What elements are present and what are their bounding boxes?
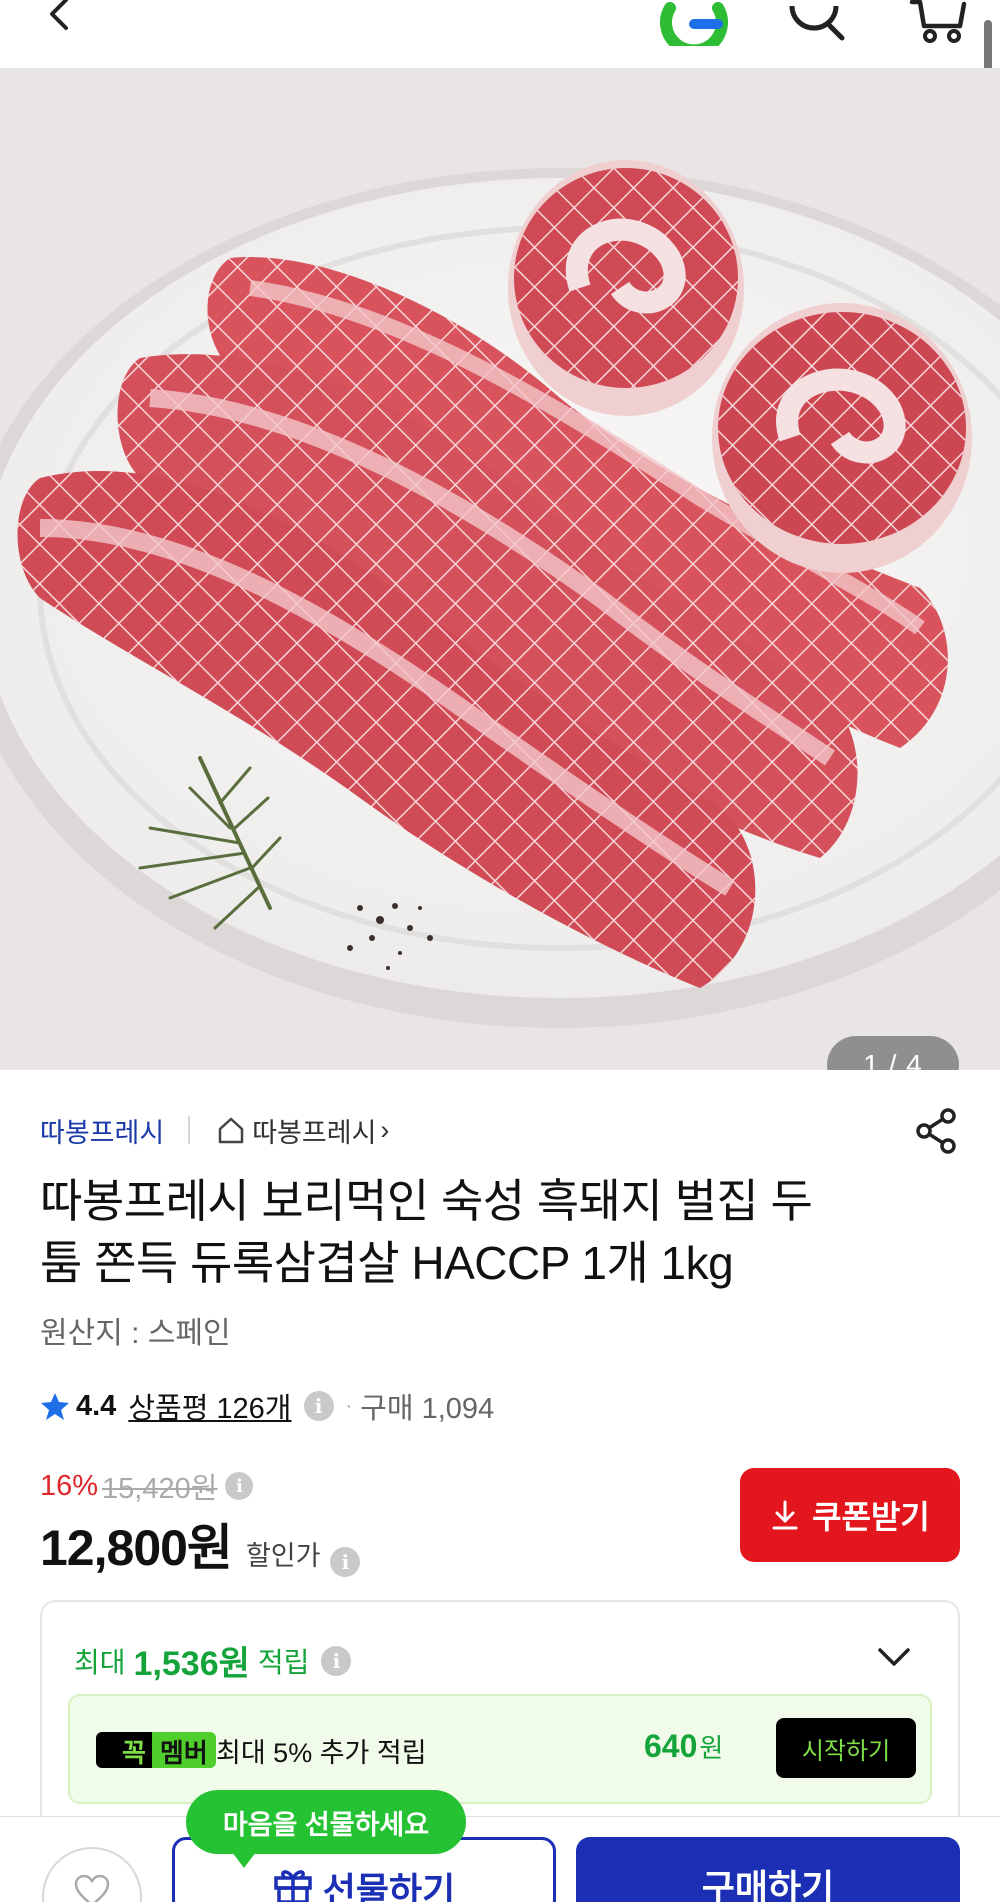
membership-text: 최대 5% 추가 적립 — [216, 1737, 427, 1768]
download-icon — [772, 1500, 798, 1530]
top-bar — [0, 0, 1000, 68]
product-image-carousel[interactable]: 1 / 4 — [0, 68, 1000, 1070]
coupon-button-label: 쿠폰받기 — [812, 1499, 930, 1535]
sale-price: 12,800원 — [40, 1520, 233, 1576]
store-row: 따봉프레시 따봉프레시 › — [40, 1108, 389, 1152]
divider — [188, 1116, 191, 1144]
product-title: 따봉프레시 보리먹인 숙성 흑돼지 벌집 두 툼 쫀득 듀록삼겹살 HACCP … — [40, 1170, 940, 1294]
gmarket-g-logo[interactable] — [658, 0, 728, 46]
purchase-count: 구매 1,094 — [360, 1393, 495, 1425]
rating-row: 4.4 상품평 126개 i · 구매 1,094 — [40, 1384, 494, 1428]
reviews-link[interactable]: 상품평 126개 — [128, 1385, 291, 1427]
chevron-right-icon: › — [380, 1114, 390, 1145]
reward-amount: 1,536원 — [133, 1645, 250, 1683]
reward-suffix: 적립 — [257, 1646, 310, 1678]
image-counter: 1 / 4 — [827, 1036, 959, 1070]
gift-tooltip: 마음을 선물하세요 — [186, 1790, 466, 1868]
wishlist-button[interactable] — [42, 1847, 142, 1902]
pork-belly-on-plate-photo — [0, 68, 1000, 1070]
back-arrow-icon[interactable] — [40, 0, 80, 40]
max-reward-row[interactable]: 최대 1,536원 적립 i — [74, 1636, 352, 1685]
search-icon[interactable] — [786, 0, 846, 44]
membership-badge: 꼭 멤버 — [96, 1732, 216, 1768]
bottom-action-bar: 선물하기 구매하기 — [0, 1816, 1000, 1902]
chevron-down-icon[interactable] — [874, 1642, 914, 1672]
membership-badge-left: 꼭 — [96, 1732, 152, 1768]
rating-score: 4.4 — [76, 1389, 117, 1422]
membership-amount-unit: 원 — [699, 1733, 724, 1763]
reward-prefix: 최대 — [74, 1646, 126, 1678]
info-icon[interactable]: i — [321, 1645, 352, 1676]
info-icon[interactable]: i — [330, 1547, 361, 1577]
home-icon — [218, 1117, 244, 1144]
price-row: 12,800원 할인가 i — [40, 1508, 361, 1577]
gift-button-label: 선물하기 — [322, 1870, 456, 1902]
start-membership-button[interactable]: 시작하기 — [776, 1718, 916, 1778]
membership-promo: 꼭 멤버 최대 5% 추가 적립 640 원 시작하기 — [68, 1694, 932, 1804]
membership-amount: 640 원 — [644, 1728, 723, 1765]
coupon-button[interactable]: 쿠폰받기 — [740, 1468, 960, 1562]
product-title-line-2: 툼 쫀득 듀록삼겹살 HACCP 1개 1kg — [40, 1237, 734, 1289]
discount-row: 16% 15,420원 i — [40, 1466, 254, 1506]
info-icon[interactable]: i — [303, 1391, 334, 1421]
buy-button[interactable]: 구매하기 — [576, 1837, 960, 1902]
sale-price-label: 할인가 — [245, 1541, 321, 1571]
dot-separator: · — [345, 1394, 353, 1417]
cart-icon[interactable] — [908, 0, 968, 46]
original-price: 15,420원 — [102, 1473, 218, 1505]
origin-label: 원산지 : 스페인 — [40, 1317, 231, 1350]
store-link-label: 따봉프레시 — [252, 1117, 377, 1148]
store-name[interactable]: 따봉프레시 — [40, 1111, 164, 1150]
heart-icon — [74, 1875, 110, 1902]
info-icon[interactable]: i — [225, 1472, 254, 1500]
discount-percent: 16% — [40, 1469, 99, 1502]
share-icon[interactable] — [912, 1106, 962, 1156]
membership-badge-right: 멤버 — [151, 1732, 216, 1768]
gift-icon — [274, 1870, 312, 1902]
store-home-link[interactable]: 따봉프레시 › — [216, 1111, 389, 1150]
star-icon — [41, 1393, 69, 1420]
membership-amount-value: 640 — [644, 1728, 698, 1764]
product-title-line-1: 따봉프레시 보리먹인 숙성 흑돼지 벌집 두 — [40, 1175, 813, 1227]
